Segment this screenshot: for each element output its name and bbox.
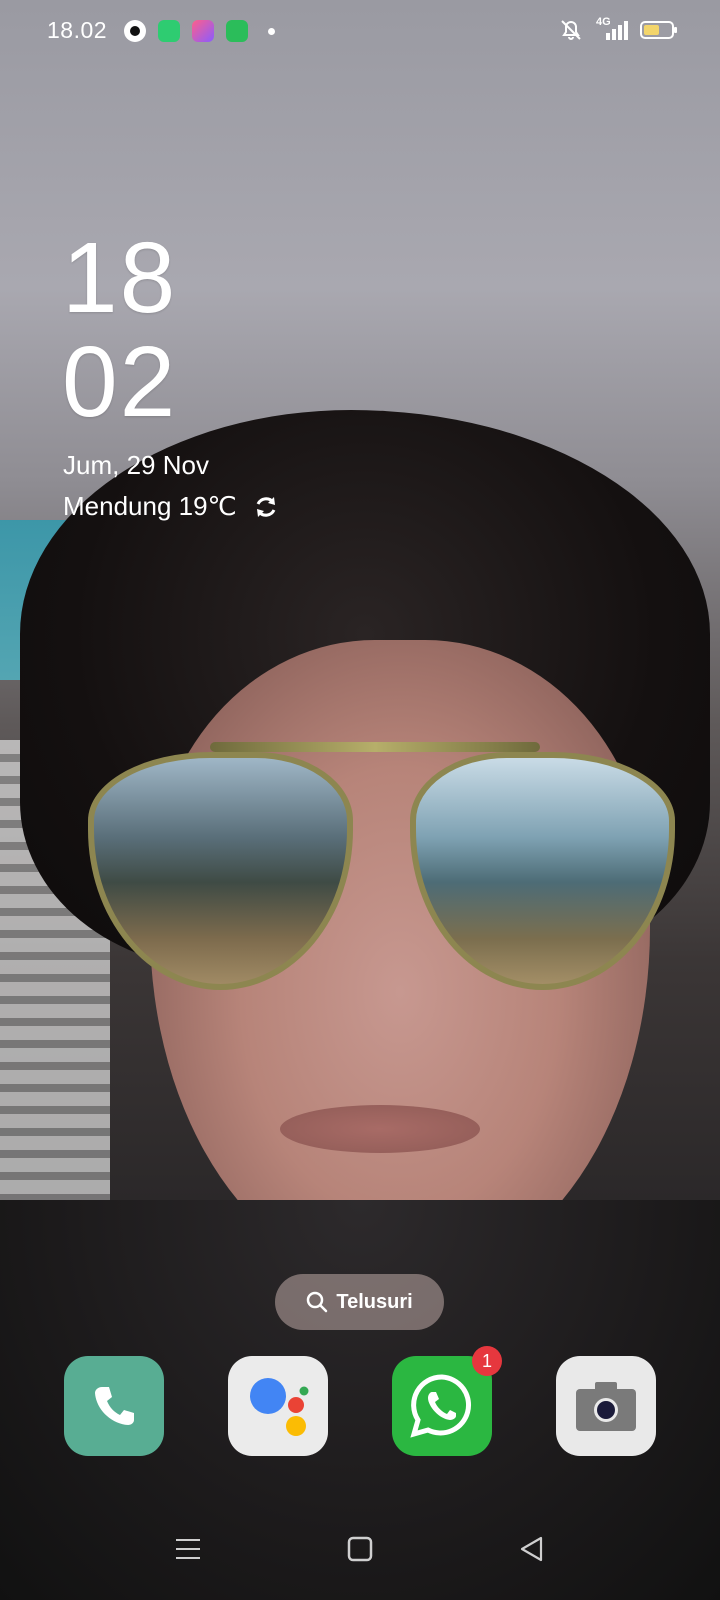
refresh-icon[interactable]	[253, 494, 279, 520]
google-assistant-app[interactable]	[228, 1356, 328, 1456]
messages-icon	[158, 20, 180, 42]
more-notifications-dot	[268, 27, 275, 35]
theme-store-icon	[192, 20, 214, 42]
search-button[interactable]: Telusuri	[275, 1274, 444, 1330]
signal-4g-icon: 4G	[596, 16, 628, 42]
lock-screen: 18.02 4G 18 02 Jum, 29 Nov Mendung 19℃ T…	[0, 0, 720, 1600]
whatsapp-app[interactable]: 1	[392, 1346, 502, 1456]
weather-widget[interactable]: Mendung 19℃	[63, 491, 279, 522]
notification-badge: 1	[472, 1346, 502, 1376]
app-market-icon	[226, 20, 248, 42]
weather-text: Mendung 19℃	[63, 491, 237, 521]
battery-icon	[640, 21, 677, 39]
menu-icon[interactable]	[175, 1536, 201, 1562]
home-icon[interactable]	[347, 1536, 373, 1562]
phone-icon	[95, 1387, 134, 1425]
camera-icon	[576, 1382, 636, 1431]
search-label: Telusuri	[336, 1290, 413, 1313]
search-icon	[307, 1291, 328, 1313]
whatsapp-icon	[410, 1374, 472, 1438]
tiktok-icon	[124, 20, 146, 42]
date-text: Jum, 29 Nov	[63, 450, 209, 480]
camera-app[interactable]	[556, 1356, 656, 1456]
alarm-off-icon	[561, 20, 581, 40]
back-icon[interactable]	[519, 1536, 545, 1562]
clock-minute: 02	[62, 326, 178, 438]
clock-hour: 18	[62, 222, 178, 334]
google-assistant-icon	[250, 1378, 309, 1436]
status-time: 18.02	[47, 17, 108, 43]
notification-icons	[124, 20, 275, 42]
status-icons: 4G	[558, 16, 677, 42]
status-bar: 18.02 4G	[0, 0, 720, 64]
phone-app[interactable]	[64, 1356, 164, 1456]
